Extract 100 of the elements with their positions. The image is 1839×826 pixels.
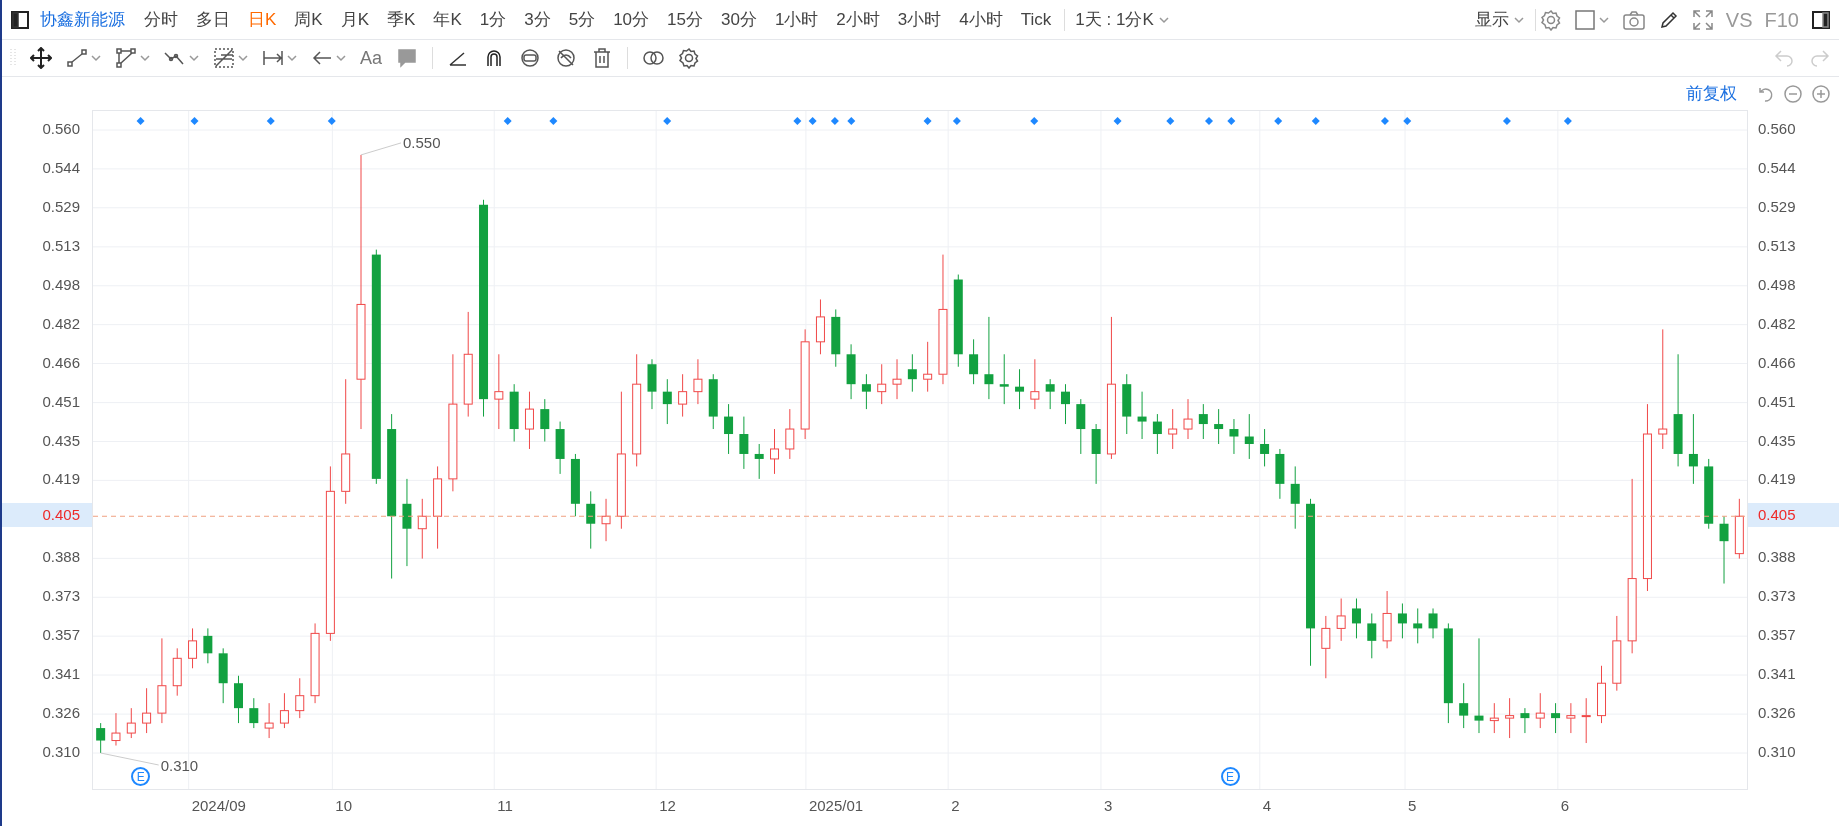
move-icon[interactable] bbox=[30, 47, 52, 69]
candlestick bbox=[1520, 707, 1530, 734]
price-tick-label: 0.435 bbox=[42, 432, 80, 448]
candlestick bbox=[877, 363, 887, 405]
candlestick bbox=[907, 353, 917, 393]
period-tab[interactable]: 分时 bbox=[135, 6, 187, 33]
candlestick bbox=[524, 391, 534, 450]
candlestick bbox=[218, 647, 228, 704]
period-tab[interactable]: 5分 bbox=[559, 6, 605, 33]
display-dropdown[interactable]: 显示 bbox=[1468, 6, 1531, 33]
zoom-out-icon[interactable] bbox=[1783, 83, 1803, 104]
candlestick bbox=[1459, 682, 1469, 729]
price-tick-label: 0.310 bbox=[42, 744, 80, 759]
panel-toggle-icon[interactable] bbox=[1811, 9, 1831, 30]
candlestick bbox=[203, 627, 213, 664]
period-tab[interactable]: 年K bbox=[424, 6, 471, 33]
price-tick-label: 0.498 bbox=[1758, 276, 1796, 292]
price-tick-label: 0.388 bbox=[1758, 549, 1796, 565]
date-label: 11 bbox=[497, 798, 513, 813]
candlestick bbox=[861, 373, 871, 410]
candlestick bbox=[1413, 607, 1423, 644]
candlestick bbox=[1734, 498, 1744, 560]
polygon-icon[interactable] bbox=[115, 47, 137, 69]
date-label: 2024/09 bbox=[191, 798, 246, 813]
period-tab[interactable]: 3小时 bbox=[888, 6, 951, 33]
price-tick-label: 0.482 bbox=[1758, 315, 1796, 331]
price-tick-label: 0.560 bbox=[42, 121, 80, 136]
text-tool[interactable]: Aa bbox=[360, 44, 383, 72]
candlestick bbox=[739, 416, 749, 470]
candlestick bbox=[234, 675, 243, 724]
price-tick-label: 0.544 bbox=[1758, 159, 1796, 175]
date-label: 10 bbox=[335, 798, 353, 813]
period-tab[interactable]: 周K bbox=[285, 6, 332, 33]
hide-icon[interactable] bbox=[555, 47, 578, 69]
chevron-down-icon bbox=[238, 53, 248, 63]
leader-line bbox=[100, 752, 160, 766]
interval-dropdown[interactable]: 1天 : 1分K bbox=[1069, 6, 1176, 33]
date-label: 12 bbox=[659, 798, 676, 813]
period-tab[interactable]: 1分 bbox=[470, 6, 516, 33]
candlestick bbox=[1351, 598, 1361, 639]
line-segment-icon[interactable] bbox=[66, 47, 88, 69]
period-tab[interactable]: 15分 bbox=[658, 6, 712, 33]
period-tab[interactable]: Tick bbox=[1011, 6, 1061, 33]
adjustment-link[interactable]: 前复权 bbox=[1686, 80, 1737, 107]
candlestick bbox=[815, 298, 825, 355]
period-tab[interactable]: 1小时 bbox=[765, 6, 828, 33]
period-tab[interactable]: 30分 bbox=[711, 6, 766, 33]
settings-icon[interactable] bbox=[678, 47, 701, 69]
chevron-down-icon bbox=[287, 53, 297, 63]
candlestick bbox=[555, 421, 565, 475]
stock-name[interactable]: 协鑫新能源 bbox=[40, 6, 125, 33]
comment-icon[interactable] bbox=[396, 47, 419, 69]
period-tab[interactable]: 3分 bbox=[515, 6, 560, 33]
price-tick-label: 0.482 bbox=[42, 315, 80, 331]
candlestick bbox=[1229, 418, 1239, 455]
candlestick bbox=[708, 373, 718, 430]
candlestick bbox=[1397, 603, 1407, 639]
period-tab[interactable]: 10分 bbox=[604, 6, 659, 33]
candlestick bbox=[693, 358, 703, 405]
candlestick bbox=[172, 647, 182, 697]
candlestick bbox=[892, 358, 902, 400]
last-price-label: 0.405 bbox=[1748, 503, 1839, 528]
price-tick-label: 0.326 bbox=[1758, 705, 1796, 721]
period-tab[interactable]: 季K bbox=[378, 6, 425, 33]
candlestick bbox=[1183, 398, 1193, 440]
sidebar-toggle-icon[interactable] bbox=[10, 9, 30, 30]
candlestick bbox=[1122, 373, 1132, 435]
candlestick bbox=[249, 697, 259, 729]
low-price-label: 0.310 bbox=[160, 758, 199, 773]
candlestick bbox=[754, 443, 764, 480]
candlestick bbox=[1566, 702, 1576, 734]
chevron-down-icon bbox=[336, 53, 346, 63]
candlestick bbox=[662, 378, 672, 425]
date-label: 2025/01 bbox=[808, 798, 864, 813]
candlestick bbox=[188, 627, 198, 669]
candlestick bbox=[509, 383, 519, 442]
period-tab[interactable]: 2小时 bbox=[827, 6, 889, 33]
zoom-in-icon[interactable] bbox=[1811, 83, 1831, 104]
period-tab[interactable]: 月K bbox=[331, 6, 379, 33]
candlestick bbox=[295, 677, 305, 719]
candlestick bbox=[724, 403, 734, 455]
period-tab[interactable]: 4小时 bbox=[950, 6, 1012, 33]
settings-icon[interactable] bbox=[1539, 8, 1562, 31]
chevron-down-icon bbox=[189, 53, 199, 63]
candlestick bbox=[1719, 515, 1729, 585]
period-tab[interactable]: 多日 bbox=[187, 6, 239, 33]
fullscreen-icon[interactable] bbox=[1691, 8, 1714, 31]
price-tick-label: 0.560 bbox=[1758, 121, 1796, 136]
price-tick-label: 0.529 bbox=[42, 198, 80, 214]
price-tick-label: 0.373 bbox=[1758, 588, 1796, 604]
price-tick-label: 0.419 bbox=[42, 471, 80, 487]
camera-icon[interactable] bbox=[1621, 8, 1646, 31]
date-label: 2 bbox=[951, 798, 960, 813]
price-tick-label: 0.466 bbox=[42, 354, 80, 370]
candlestick bbox=[1260, 428, 1270, 467]
square-icon[interactable] bbox=[1573, 8, 1596, 31]
date-label: 5 bbox=[1408, 798, 1417, 813]
price-tick-label: 0.451 bbox=[42, 393, 80, 409]
candlestick bbox=[601, 498, 611, 542]
candlestick bbox=[1535, 692, 1545, 729]
